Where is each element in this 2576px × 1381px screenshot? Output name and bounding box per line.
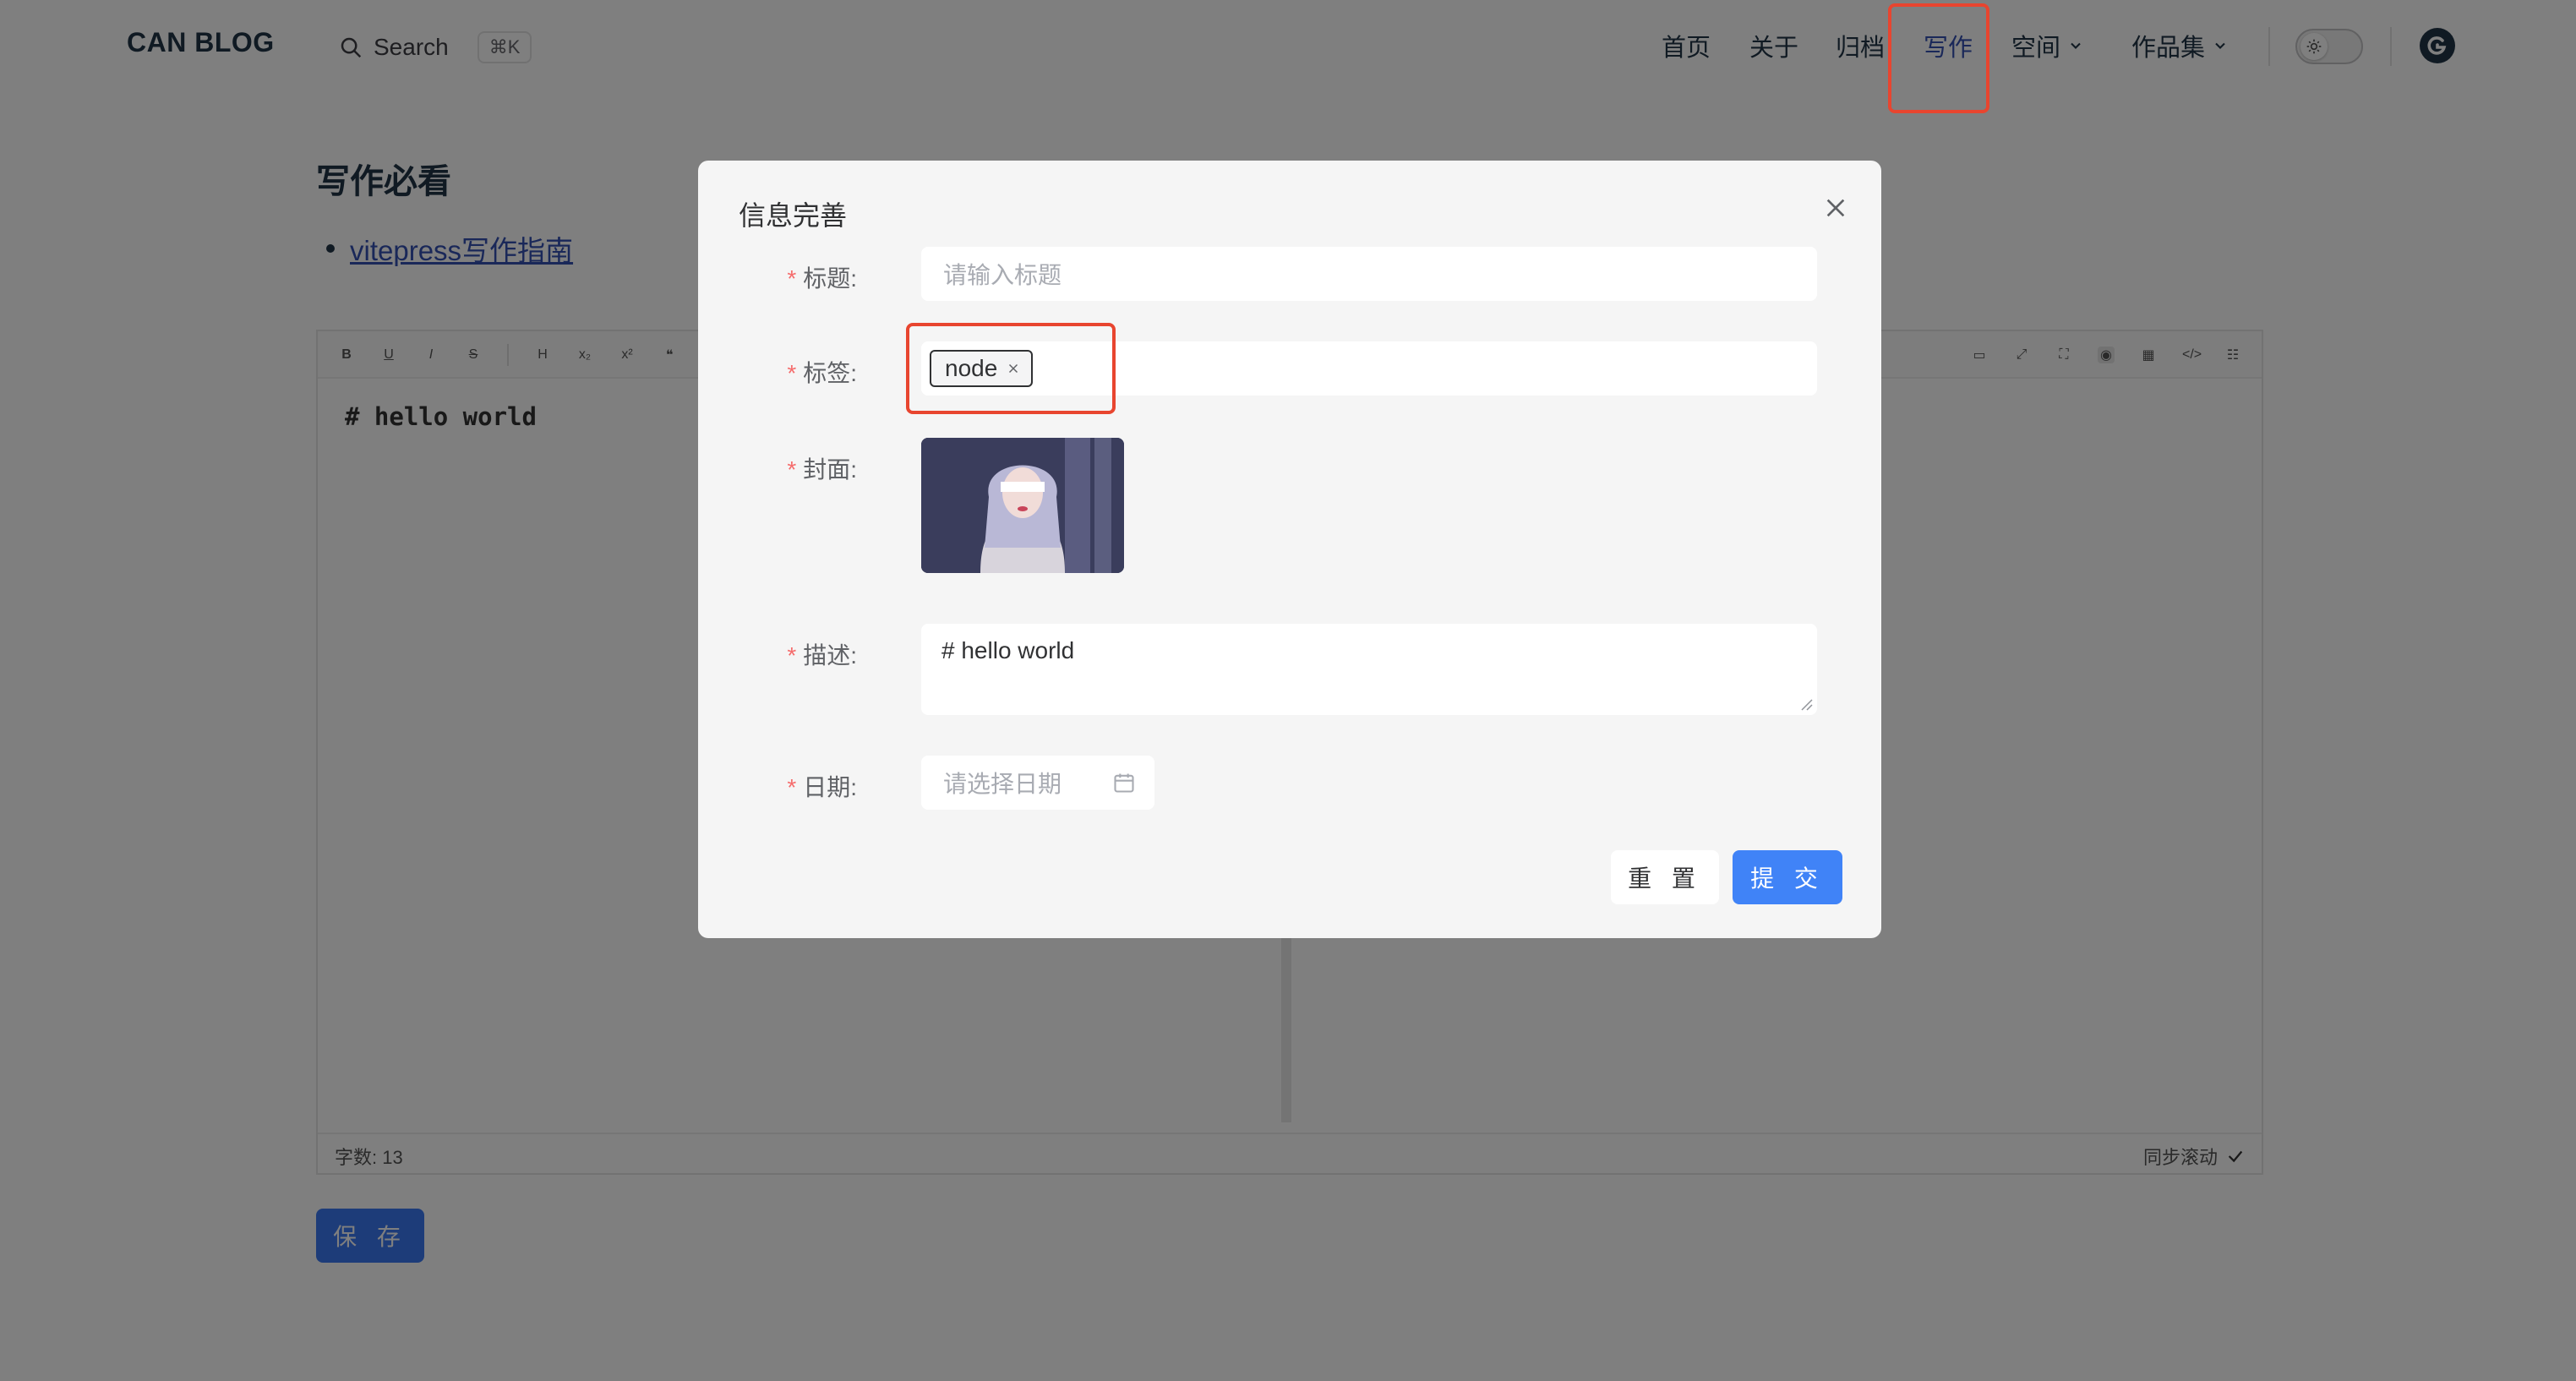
description-label: * 描述: [787,637,857,671]
title-label: * 标题: [787,260,857,294]
title-placeholder: 请输入标题 [943,262,1062,288]
required-mark: * [787,774,797,800]
cover-image[interactable] [921,438,1124,573]
highlight-box-tags [906,323,1116,414]
description-textarea[interactable]: # hello world [921,624,1817,715]
tags-label: * 标签: [787,355,857,389]
required-mark: * [787,642,797,669]
submit-button[interactable]: 提 交 [1733,850,1842,904]
date-placeholder: 请选择日期 [943,771,1062,797]
title-label-text: 标题: [803,265,857,292]
date-label-text: 日期: [803,774,857,800]
required-mark: * [787,456,797,483]
cover-label: * 封面: [787,451,857,485]
description-value: # hello world [941,637,1075,663]
required-mark: * [787,265,797,292]
dialog-title: 信息完善 [739,200,848,231]
description-label-text: 描述: [803,642,857,669]
cover-label-text: 封面: [803,456,857,483]
title-input[interactable]: 请输入标题 [921,247,1817,301]
info-dialog: 信息完善 * 标题: 请输入标题 * 标签: node * 封面: * 描述: … [698,161,1881,938]
calendar-icon [1114,773,1134,793]
date-picker[interactable]: 请选择日期 [921,756,1154,810]
reset-button[interactable]: 重 置 [1611,850,1719,904]
date-label: * 日期: [787,769,857,803]
highlight-box-nav-write [1888,3,1989,113]
resize-handle-icon[interactable] [1798,696,1814,712]
tags-label-text: 标签: [803,360,857,386]
close-icon[interactable] [1822,194,1849,221]
cover-illustration [921,438,1124,573]
required-mark: * [787,360,797,386]
